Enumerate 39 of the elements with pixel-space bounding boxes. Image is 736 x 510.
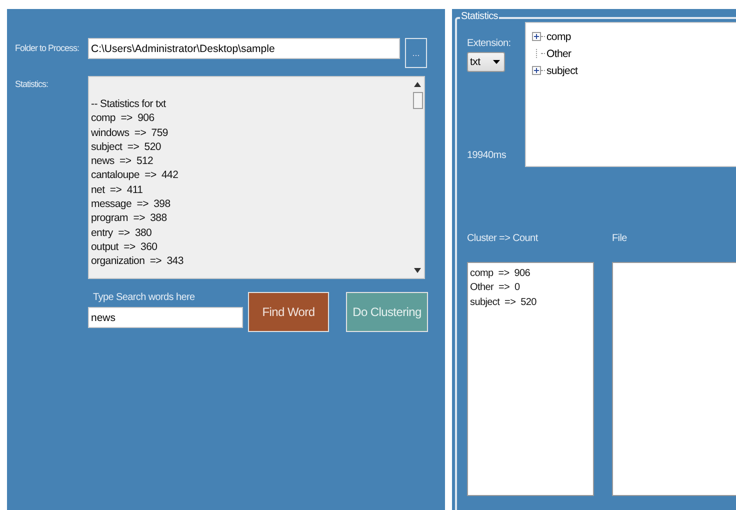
cluster-count-list[interactable]: comp => 906 Other => 0 subject => 520 (467, 262, 594, 496)
statistics-line: net => 411 (91, 182, 144, 198)
extension-dropdown[interactable]: txt (467, 52, 505, 72)
statistics-line: entry => 380 (91, 226, 153, 240)
list-item[interactable]: Other => 0 (470, 281, 591, 296)
tree-node[interactable]: subject (546, 64, 578, 76)
group-title: Statistics (460, 11, 500, 22)
cluster-count-label: Cluster => Count (467, 233, 540, 244)
expand-icon[interactable] (532, 66, 542, 75)
folder-field[interactable]: C:\Users\Administrator\Desktop\sample (88, 38, 400, 59)
scroll-up-icon[interactable] (414, 82, 421, 87)
scroll-down-icon[interactable] (414, 268, 421, 273)
search-label: Type Search words here (93, 292, 196, 303)
statistics-line: program => 388 (91, 211, 168, 226)
cluster-tree[interactable]: comp Other subject (525, 22, 736, 167)
statistics-textbox[interactable]: -- Statistics for txt comp => 906 windows => 759 subject => 520 news => 512 cantaloupe => 442 net => 411 message => 398 program => 388 entry => 380 output => 360 organization => 343 (88, 76, 425, 279)
scroll-thumb[interactable] (412, 92, 422, 109)
statistics-line: message => 398 (91, 197, 172, 212)
list-item[interactable]: subject => 520 (470, 296, 591, 310)
extension-label: Extension: (467, 38, 512, 49)
statistics-label: Statistics: (14, 79, 50, 89)
dropdown-arrow-icon (493, 60, 500, 64)
statistics-line: comp => 906 (91, 111, 156, 126)
statistics-line: -- Statistics for txt (91, 97, 167, 112)
tree-node[interactable]: comp (546, 30, 571, 42)
statistics-line: organization => 343 (91, 254, 184, 269)
expand-icon[interactable] (532, 32, 542, 41)
folder-label: Folder to Process: (14, 43, 80, 53)
find-word-button[interactable]: Find Word (248, 292, 329, 332)
statistics-line: output => 360 (91, 240, 158, 254)
list-item[interactable]: comp => 906 (470, 267, 591, 282)
tree-node[interactable]: Other (546, 48, 572, 60)
search-field[interactable]: news (88, 307, 243, 328)
file-label: File (612, 233, 628, 244)
statistics-line: subject => 520 (91, 140, 162, 154)
timing-label: 19940ms (467, 150, 508, 161)
statistics-line: windows => 759 (91, 126, 169, 140)
statistics-line: news => 512 (91, 154, 154, 168)
statistics-line: cantaloupe => 442 (91, 168, 180, 183)
